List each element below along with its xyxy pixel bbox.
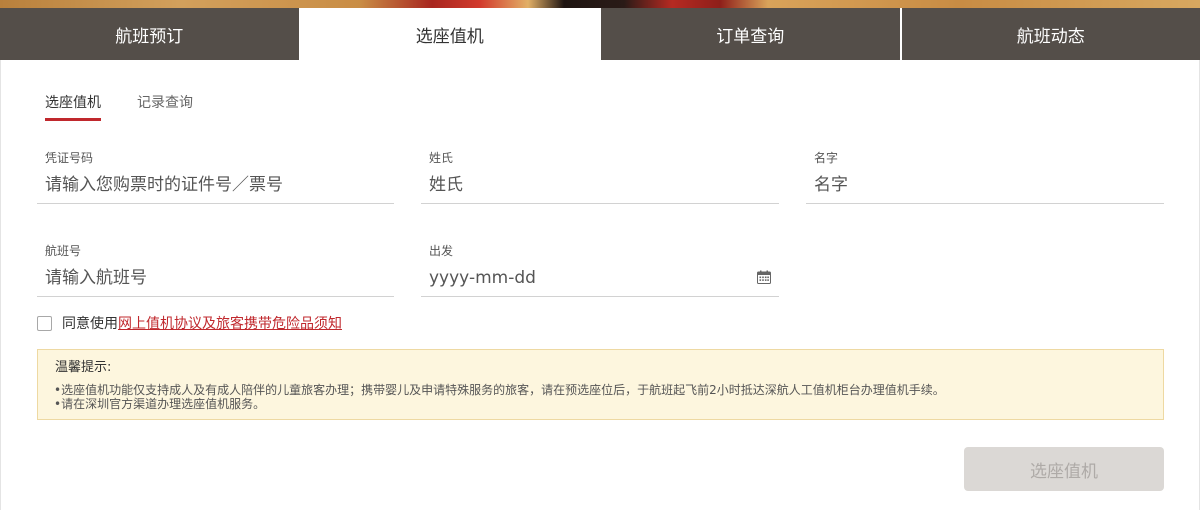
flight-number-field: 航班号 bbox=[37, 242, 394, 297]
notice-title: 温馨提示: bbox=[55, 360, 112, 375]
last-name-field: 姓氏 bbox=[421, 149, 779, 204]
certificate-number-input[interactable] bbox=[37, 167, 394, 204]
sub-tab-bar: 选座值机 记录查询 bbox=[45, 93, 229, 121]
calendar-icon[interactable] bbox=[757, 269, 771, 284]
tab-flight-status[interactable]: 航班动态 bbox=[901, 8, 1200, 60]
last-name-input[interactable] bbox=[421, 167, 779, 204]
flight-number-label: 航班号 bbox=[45, 244, 82, 258]
last-name-label: 姓氏 bbox=[429, 151, 454, 165]
select-seat-checkin-button[interactable]: 选座值机 bbox=[964, 447, 1164, 491]
first-name-field: 名字 bbox=[806, 149, 1164, 204]
agreement-link[interactable]: 网上值机协议及旅客携带危险品须知 bbox=[118, 313, 342, 333]
departure-date-field: 出发 bbox=[421, 242, 779, 297]
first-name-input[interactable] bbox=[806, 167, 1164, 204]
notice-line: •请在深圳官方渠道办理选座值机服务。 bbox=[54, 397, 266, 411]
sub-tab-seat-checkin[interactable]: 选座值机 bbox=[45, 93, 101, 121]
top-tab-bar: 航班预订 选座值机 订单查询 航班动态 bbox=[0, 8, 1200, 60]
tab-seat-checkin[interactable]: 选座值机 bbox=[300, 8, 599, 60]
first-name-label: 名字 bbox=[814, 151, 839, 165]
notice-line: •选座值机功能仅支持成人及有成人陪伴的儿童旅客办理；携带婴儿及申请特殊服务的旅客… bbox=[54, 383, 945, 397]
flight-number-input[interactable] bbox=[37, 260, 394, 297]
tab-flight-booking[interactable]: 航班预订 bbox=[0, 8, 299, 60]
banner-image bbox=[0, 0, 1200, 8]
notice-box: 温馨提示: •选座值机功能仅支持成人及有成人陪伴的儿童旅客办理；携带婴儿及申请特… bbox=[37, 349, 1164, 420]
departure-date-label: 出发 bbox=[429, 244, 454, 258]
certificate-number-field: 凭证号码 bbox=[37, 149, 394, 204]
sub-tab-records[interactable]: 记录查询 bbox=[137, 93, 193, 121]
certificate-number-label: 凭证号码 bbox=[45, 151, 94, 165]
departure-date-input[interactable] bbox=[421, 260, 779, 297]
notice-lines: •选座值机功能仅支持成人及有成人陪伴的儿童旅客办理；携带婴儿及申请特殊服务的旅客… bbox=[54, 383, 1147, 411]
agreement-row: 同意使用 网上值机协议及旅客携带危险品须知 bbox=[37, 313, 342, 333]
agreement-checkbox[interactable] bbox=[37, 315, 52, 331]
agreement-prefix-text: 同意使用 bbox=[62, 316, 118, 332]
checkin-panel: 选座值机 记录查询 凭证号码 姓氏 名字 航班号 出发 bbox=[0, 60, 1200, 510]
tab-order-query[interactable]: 订单查询 bbox=[601, 8, 900, 60]
